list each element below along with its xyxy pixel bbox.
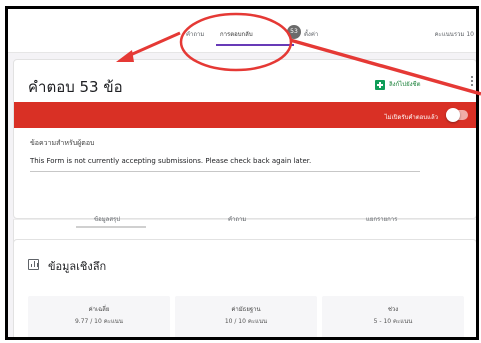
stat-range-label: ช่วง xyxy=(387,306,399,313)
stat-range: ช่วง 5 - 10 คะแนน xyxy=(322,296,464,337)
form-top-tab-bar: คำถาม การตอบกลับ 53 ตั้งค่า คะแนนรวม 10 xyxy=(8,9,476,53)
more-options-icon[interactable] xyxy=(471,76,474,88)
tab-responses[interactable]: การตอบกลับ xyxy=(220,29,253,39)
stat-range-value: 5 - 10 คะแนน xyxy=(373,318,413,325)
stat-average-label: ค่าเฉลี่ย xyxy=(88,306,110,313)
stat-median: ค่ามัธยฐาน 10 / 10 คะแนน xyxy=(175,296,317,337)
insights-stats-row: ค่าเฉลี่ย 9.77 / 10 คะแนน ค่ามัธยฐาน 10 … xyxy=(28,296,464,337)
insights-card: ข้อมูลเชิงลึก ค่าเฉลี่ย 9.77 / 10 คะแนน … xyxy=(13,239,476,337)
sheets-icon xyxy=(375,79,385,90)
tab-summary[interactable]: ข้อมูลสรุป xyxy=(94,214,120,224)
total-points-label: คะแนนรวม 10 xyxy=(434,31,474,38)
stat-median-value: 10 / 10 คะแนน xyxy=(224,318,268,325)
screenshot-frame: คำถาม การตอบกลับ 53 ตั้งค่า คะแนนรวม 10 … xyxy=(5,6,479,340)
active-tab-indicator xyxy=(216,44,294,46)
respondent-message-label: ข้อความสำหรับผู้ตอบ xyxy=(30,139,95,147)
link-to-sheets-label: ลิงก์ไปยังชีต xyxy=(389,81,421,88)
tab-individual[interactable]: แยกรายการ xyxy=(366,214,397,224)
response-count-badge: 53 xyxy=(287,25,301,39)
stat-average: ค่าเฉลี่ย 9.77 / 10 คะแนน xyxy=(28,296,170,337)
link-to-sheets-button[interactable]: ลิงก์ไปยังชีต xyxy=(375,79,420,90)
accepting-responses-banner: ไม่เปิดรับคำตอบแล้ว xyxy=(14,102,476,128)
stat-median-label: ค่ามัธยฐาน xyxy=(231,306,261,313)
accepting-responses-toggle[interactable] xyxy=(446,108,468,122)
insights-chart-icon xyxy=(28,259,39,270)
responses-count-title: คำตอบ 53 ข้อ xyxy=(28,78,123,96)
responses-card: คำตอบ 53 ข้อ ลิงก์ไปยังชีต ไม่เปิดรับคำต… xyxy=(13,59,476,219)
insights-title: ข้อมูลเชิงลึก xyxy=(48,260,107,273)
tab-questions[interactable]: คำถาม xyxy=(186,29,204,39)
stat-average-value: 9.77 / 10 คะแนน xyxy=(74,318,124,325)
tab-question[interactable]: คำถาม xyxy=(228,214,246,224)
respondent-message-field[interactable]: This Form is not currently accepting sub… xyxy=(30,157,420,172)
tab-settings[interactable]: ตั้งค่า xyxy=(304,29,318,39)
summary-tab-indicator xyxy=(76,226,146,228)
toggle-knob xyxy=(446,108,460,122)
accepting-responses-label: ไม่เปิดรับคำตอบแล้ว xyxy=(384,114,438,121)
